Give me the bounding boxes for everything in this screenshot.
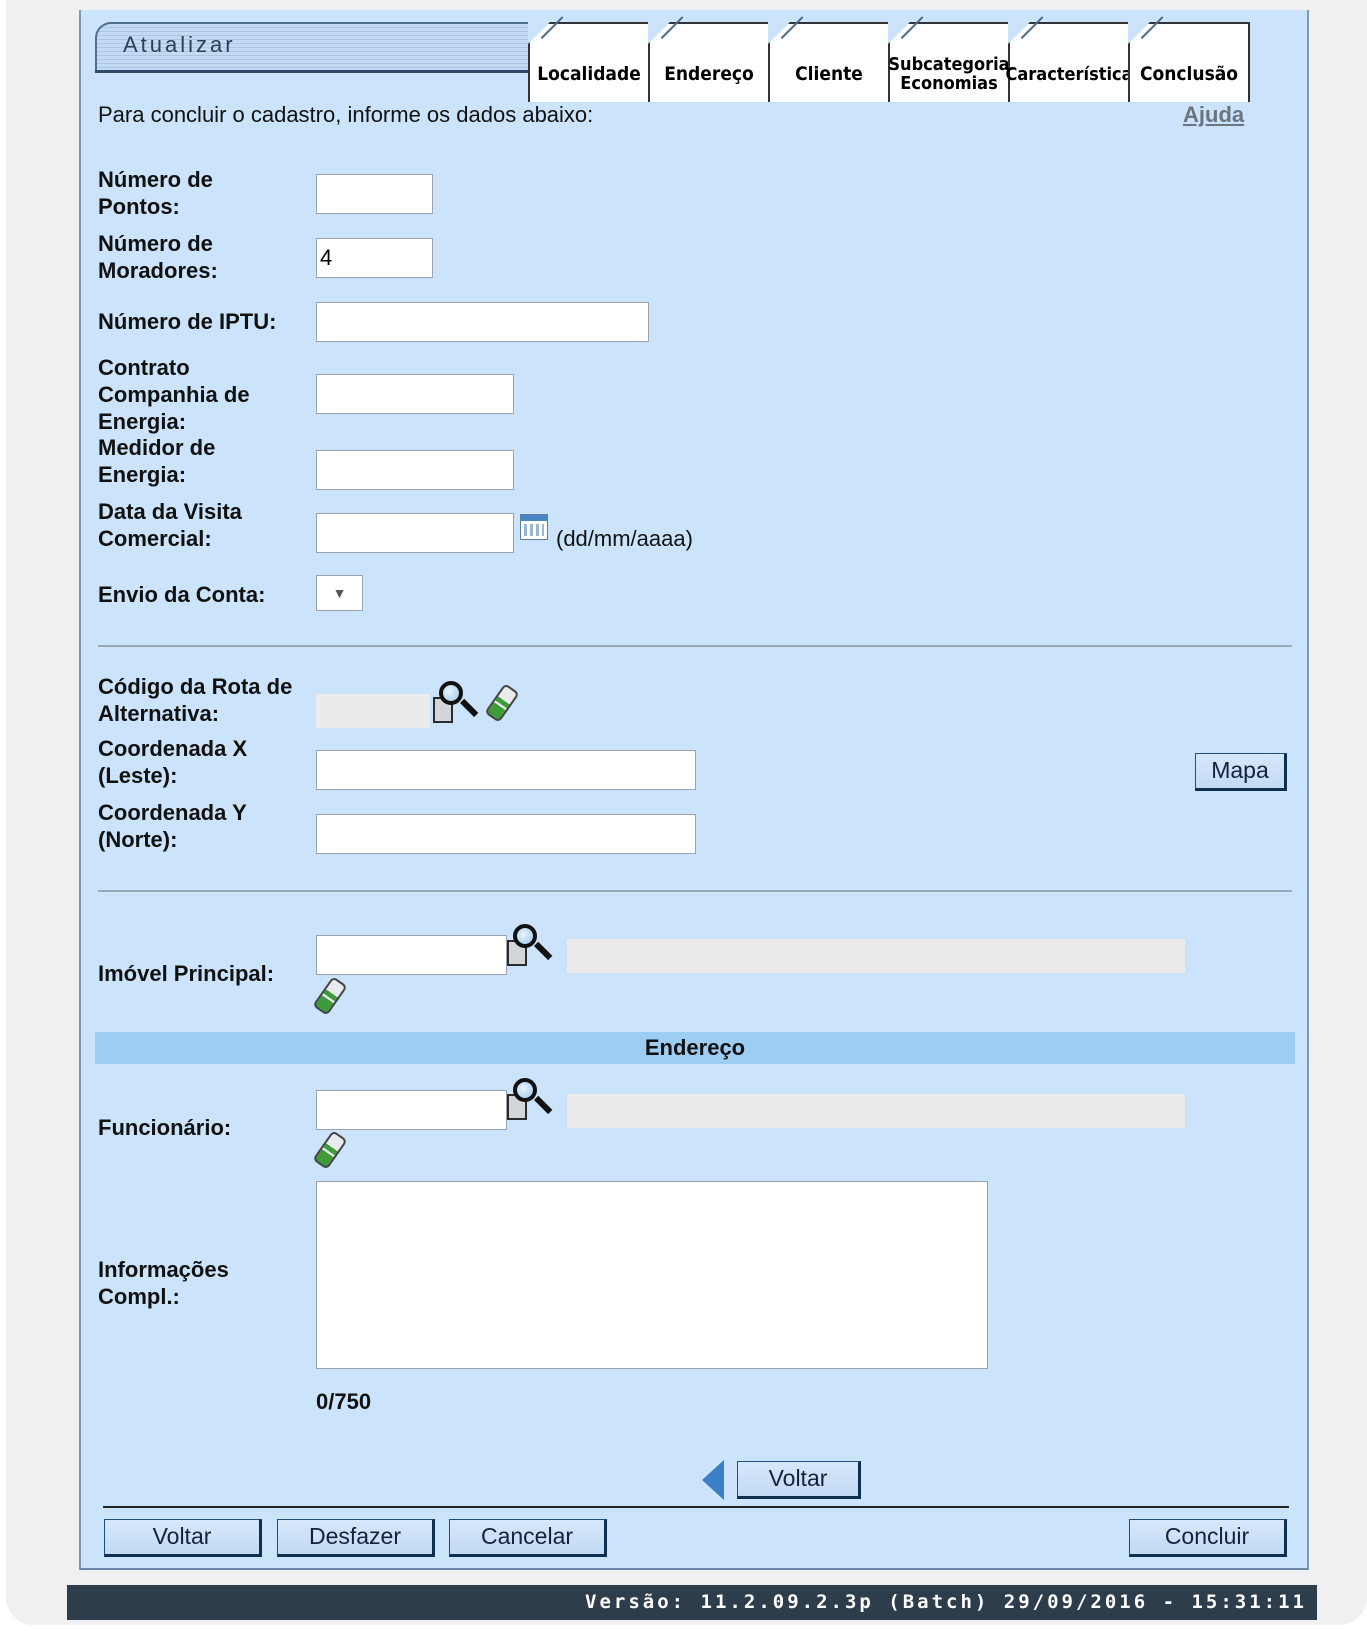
funcionario-input[interactable] xyxy=(316,1090,507,1130)
pontos-input[interactable] xyxy=(316,174,433,214)
tab-label: Cliente xyxy=(795,63,863,85)
coord-y-label: Coordenada Y (Norte): xyxy=(98,799,247,853)
envio-conta-label: Envio da Conta: xyxy=(98,582,266,607)
contrato-input[interactable] xyxy=(316,374,514,414)
search-icon-ring xyxy=(513,1078,537,1102)
help-link[interactable]: Ajuda xyxy=(1183,102,1244,128)
version-footer: Versão: 11.2.09.2.3p (Batch) 29/09/2016 … xyxy=(67,1585,1317,1620)
calendar-icon[interactable] xyxy=(520,514,548,540)
eraser-icon-body xyxy=(484,683,520,723)
search-icon[interactable] xyxy=(507,924,555,970)
moradores-label-line2: Moradores: xyxy=(98,258,218,283)
moradores-label: Número de Moradores: xyxy=(98,230,218,284)
search-icon-handle xyxy=(534,1095,553,1115)
rota-input xyxy=(316,694,430,728)
concluir-button[interactable]: Concluir xyxy=(1129,1519,1287,1557)
envio-conta-select[interactable]: ▼ xyxy=(316,575,363,611)
eraser-icon-body xyxy=(312,976,348,1016)
tab-endereco[interactable]: Endereço xyxy=(648,22,770,102)
search-icon-handle xyxy=(460,698,479,718)
voltar-tab-button[interactable]: Voltar xyxy=(737,1461,861,1499)
iptu-label: Número de IPTU: xyxy=(98,309,277,334)
info-compl-label-line2: Compl.: xyxy=(98,1284,180,1309)
search-icon[interactable] xyxy=(433,681,481,727)
page-title-tab: Atualizar xyxy=(95,22,575,70)
back-arrow-icon[interactable] xyxy=(702,1460,724,1500)
tab-label: Característica xyxy=(1005,63,1133,85)
page-title: Atualizar xyxy=(123,32,236,57)
tab-label: Endereço xyxy=(664,63,754,85)
search-icon[interactable] xyxy=(507,1078,555,1124)
coord-x-input[interactable] xyxy=(316,750,696,790)
data-visita-label-line1: Data da Visita xyxy=(98,499,242,524)
intro-text: Para concluir o cadastro, informe os dad… xyxy=(98,102,594,127)
coord-x-label-line2: (Leste): xyxy=(98,763,178,788)
tab-conclusao[interactable]: Conclusão xyxy=(1128,22,1250,102)
search-icon-ring xyxy=(439,681,463,705)
action-divider xyxy=(103,1506,1289,1508)
imovel-principal-label: Imóvel Principal: xyxy=(98,961,275,986)
iptu-input[interactable] xyxy=(316,302,649,342)
data-visita-label: Data da Visita Comercial: xyxy=(98,498,242,552)
medidor-label-line1: Medidor de xyxy=(98,435,216,460)
rota-label-line1: Código da Rota de xyxy=(98,674,293,699)
eraser-icon-body xyxy=(312,1130,348,1170)
coord-y-input[interactable] xyxy=(316,814,696,854)
contrato-label: Contrato Companhia de Energia: xyxy=(98,354,250,435)
medidor-label-line2: Energia: xyxy=(98,462,187,487)
eraser-icon[interactable] xyxy=(312,1130,349,1170)
info-compl-counter: 0/750 xyxy=(316,1389,372,1414)
tab-localidade[interactable]: Localidade xyxy=(528,22,650,102)
tab-label-line1: Subcategoria xyxy=(888,54,1010,75)
coord-y-label-line2: (Norte): xyxy=(98,827,178,852)
tab-label: Localidade xyxy=(537,63,641,85)
rota-label-line2: Alternativa: xyxy=(98,701,220,726)
info-compl-label-line1: Informações xyxy=(98,1257,229,1282)
coord-x-label: Coordenada X (Leste): xyxy=(98,735,247,789)
moradores-input[interactable]: 4 xyxy=(316,238,433,278)
data-visita-label-line2: Comercial: xyxy=(98,526,212,551)
data-visita-input[interactable] xyxy=(316,513,514,553)
tab-subcategoria-economias[interactable]: Subcategoria Economias xyxy=(888,22,1010,102)
browser-frame: Atualizar ⋮⋮ Localidade Endereço Cliente… xyxy=(6,0,1367,1625)
moradores-label-line1: Número de xyxy=(98,231,213,256)
tab-label-line2: Economias xyxy=(900,73,998,94)
cancelar-button[interactable]: Cancelar xyxy=(449,1519,607,1557)
tab-cliente[interactable]: Cliente xyxy=(768,22,890,102)
pontos-label: Número de Pontos: xyxy=(98,166,213,220)
funcionario-description xyxy=(567,1094,1185,1128)
mapa-button[interactable]: Mapa xyxy=(1195,753,1287,791)
funcionario-label: Funcionário: xyxy=(98,1115,232,1140)
coord-y-label-line1: Coordenada Y xyxy=(98,800,247,825)
divider xyxy=(98,890,1292,892)
section-endereco: Endereço xyxy=(95,1032,1295,1064)
imovel-principal-description xyxy=(567,939,1185,973)
form-panel: Atualizar ⋮⋮ Localidade Endereço Cliente… xyxy=(79,10,1309,1570)
title-underline xyxy=(95,70,575,73)
eraser-icon[interactable] xyxy=(484,683,521,723)
desfazer-button[interactable]: Desfazer xyxy=(277,1519,435,1557)
pontos-label-line1: Número de xyxy=(98,167,213,192)
imovel-principal-input[interactable] xyxy=(316,935,507,975)
eraser-icon[interactable] xyxy=(312,976,349,1016)
rota-label: Código da Rota de Alternativa: xyxy=(98,673,292,727)
contrato-label-line2: Companhia de xyxy=(98,382,250,407)
voltar-button[interactable]: Voltar xyxy=(104,1519,262,1557)
medidor-input[interactable] xyxy=(316,450,514,490)
tab-label: Conclusão xyxy=(1139,63,1239,85)
info-compl-label: Informações Compl.: xyxy=(98,1256,229,1310)
medidor-label: Medidor de Energia: xyxy=(98,434,215,488)
date-format-hint: (dd/mm/aaaa) xyxy=(556,526,693,551)
search-icon-ring xyxy=(513,924,537,948)
info-compl-textarea[interactable] xyxy=(316,1181,988,1369)
pontos-label-line2: Pontos: xyxy=(98,194,180,219)
coord-x-label-line1: Coordenada X xyxy=(98,736,248,761)
contrato-label-line3: Energia: xyxy=(98,409,187,434)
divider xyxy=(98,645,1292,647)
tab-caracteristica[interactable]: Característica xyxy=(1005,22,1133,102)
contrato-label-line1: Contrato xyxy=(98,355,190,380)
search-icon-handle xyxy=(534,941,553,961)
dropdown-arrow-icon: ▼ xyxy=(332,585,347,601)
